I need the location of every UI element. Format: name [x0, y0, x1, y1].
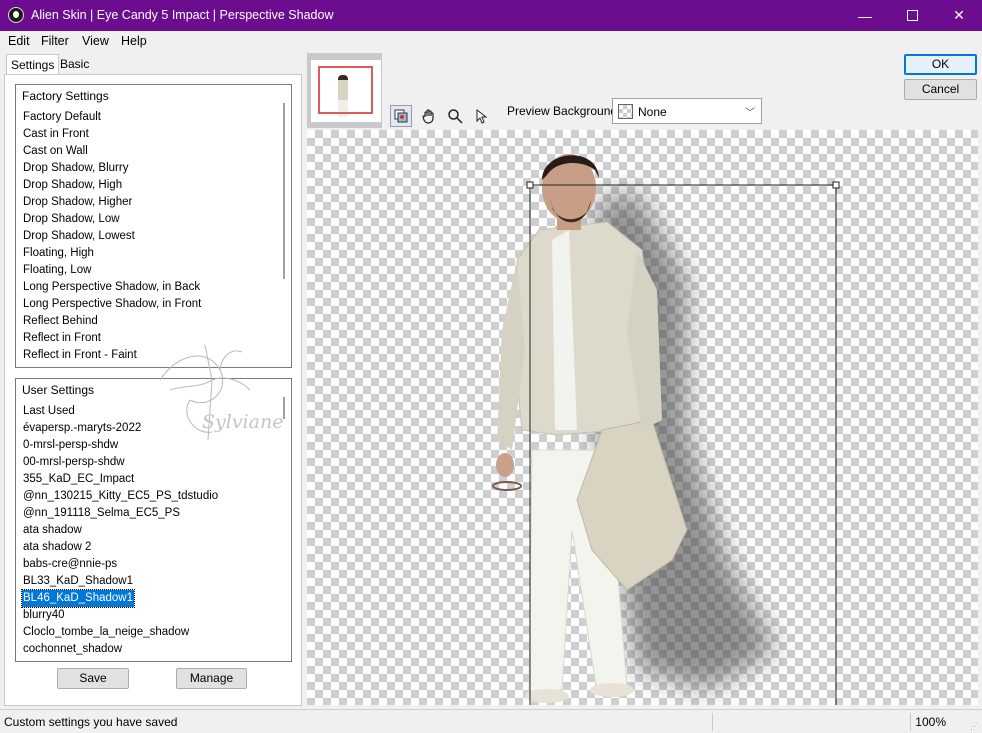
preview-canvas[interactable]: [307, 130, 978, 705]
factory-item[interactable]: Drop Shadow, High: [22, 177, 202, 194]
factory-item[interactable]: Reflect Behind: [22, 313, 202, 330]
status-separator: [910, 713, 911, 731]
ok-button[interactable]: OK: [904, 54, 977, 75]
user-settings-list[interactable]: User Settings Last Used évapersp.-maryts-…: [15, 378, 292, 662]
factory-item[interactable]: Drop Shadow, Lowest: [22, 228, 202, 245]
navigator-icon[interactable]: [390, 105, 412, 127]
user-item[interactable]: BL46_KaD_Shadow1: [21, 589, 135, 608]
user-item[interactable]: @nn_130215_Kitty_EC5_PS_tdstudio: [22, 488, 219, 505]
menu-edit[interactable]: Edit: [8, 34, 30, 48]
zoom-icon[interactable]: [444, 105, 466, 127]
preview-image: [492, 154, 840, 705]
factory-item[interactable]: Drop Shadow, Low: [22, 211, 202, 228]
factory-item[interactable]: Reflect in Front: [22, 330, 202, 347]
user-item[interactable]: 0-mrsl-persp-shdw: [22, 437, 219, 454]
left-shoe: [525, 689, 569, 703]
alien-skin-app-icon[interactable]: [8, 7, 24, 23]
save-button[interactable]: Save: [57, 668, 129, 689]
factory-item[interactable]: Cast in Front: [22, 126, 202, 143]
user-item[interactable]: @nn_191118_Selma_EC5_PS: [22, 505, 219, 522]
status-bar: Custom settings you have saved 100% ⋰: [0, 709, 982, 733]
manage-button[interactable]: Manage: [176, 668, 247, 689]
factory-settings-header: Factory Settings: [22, 89, 109, 103]
cancel-button[interactable]: Cancel: [904, 79, 977, 100]
factory-item[interactable]: Floating, Low: [22, 262, 202, 279]
factory-item[interactable]: Reflect in Front - Faint: [22, 347, 202, 364]
factory-item[interactable]: Drop Shadow, Higher: [22, 194, 202, 211]
maximize-button[interactable]: [889, 0, 935, 31]
chevron-down-icon: ﹀: [745, 108, 755, 119]
zoom-level: 100%: [915, 715, 946, 729]
tab-settings[interactable]: Settings: [6, 54, 60, 75]
tab-basic[interactable]: Basic: [56, 54, 93, 74]
factory-settings-list[interactable]: Factory Settings Factory Default Cast in …: [15, 84, 292, 368]
user-item[interactable]: ata shadow: [22, 522, 219, 539]
top-right-handle[interactable]: [832, 181, 840, 189]
user-item[interactable]: BL33_KaD_Shadow1: [22, 573, 219, 590]
minimize-button[interactable]: —: [842, 0, 888, 31]
status-text: Custom settings you have saved: [4, 715, 178, 729]
factory-item[interactable]: Long Perspective Shadow, in Back: [22, 279, 202, 296]
preview-background-label: Preview Background:: [507, 104, 621, 118]
user-item[interactable]: cochonnet_shadow: [22, 641, 219, 658]
user-settings-items: Last Used évapersp.-maryts-2022 0-mrsl-per…: [21, 403, 219, 658]
right-shoe: [590, 683, 634, 697]
user-item[interactable]: évapersp.-maryts-2022: [22, 420, 219, 437]
factory-item[interactable]: Floating, High: [22, 245, 202, 262]
sunglasses: [492, 481, 522, 491]
factory-scrollbar[interactable]: [283, 103, 285, 279]
menu-help[interactable]: Help: [121, 34, 147, 48]
user-item[interactable]: 00-mrsl-persp-shdw: [22, 454, 219, 471]
navigator-thumbnail[interactable]: [307, 53, 382, 128]
preview-background-select[interactable]: None ﹀: [612, 98, 762, 124]
preview-background-value: None: [638, 105, 667, 119]
factory-item[interactable]: Cast on Wall: [22, 143, 202, 160]
resize-grip-icon[interactable]: ⋰: [970, 721, 980, 731]
user-settings-header: User Settings: [22, 383, 95, 397]
menu-bar: Edit Filter View Help: [0, 31, 982, 51]
transparent-swatch-icon: [618, 104, 633, 119]
left-hand: [496, 453, 514, 477]
user-item[interactable]: Last Used: [22, 403, 219, 420]
factory-item[interactable]: Drop Shadow, Blurry: [22, 160, 202, 177]
factory-item[interactable]: Factory Default: [22, 109, 202, 126]
menu-filter[interactable]: Filter: [41, 34, 69, 48]
user-item[interactable]: ata shadow 2: [22, 539, 219, 556]
hand-icon[interactable]: [418, 105, 440, 127]
user-item[interactable]: 355_KaD_EC_Impact: [22, 471, 219, 488]
viewport-frame[interactable]: [318, 66, 373, 114]
factory-settings-items: Factory Default Cast in Front Cast on Wall…: [22, 109, 202, 364]
user-item[interactable]: blurry40: [22, 607, 219, 624]
window-title: Alien Skin | Eye Candy 5 Impact | Perspe…: [31, 8, 334, 22]
title-bar: Alien Skin | Eye Candy 5 Impact | Perspe…: [0, 0, 982, 31]
pointer-icon[interactable]: [470, 105, 492, 127]
menu-view[interactable]: View: [82, 34, 109, 48]
user-item[interactable]: Cloclo_tombe_la_neige_shadow: [22, 624, 219, 641]
user-scrollbar[interactable]: [283, 397, 285, 419]
user-item[interactable]: babs-cre@nnie-ps: [22, 556, 219, 573]
top-left-handle[interactable]: [526, 181, 534, 189]
close-button[interactable]: ✕: [936, 0, 982, 31]
status-separator: [712, 713, 713, 731]
factory-item[interactable]: Long Perspective Shadow, in Front: [22, 296, 202, 313]
